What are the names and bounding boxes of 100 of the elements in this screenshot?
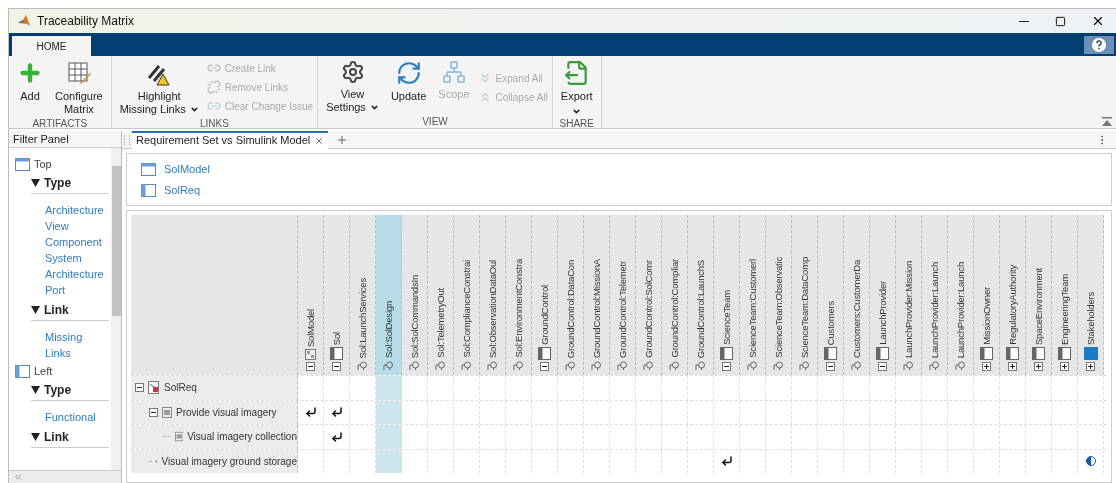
column-header[interactable]: SpaceEnvironment	[1026, 215, 1052, 375]
column-header[interactable]: ScienceTeam:DataComp	[792, 215, 818, 375]
settings-icon	[340, 60, 365, 84]
unlink-icon	[206, 80, 221, 94]
component-icon	[876, 347, 889, 360]
collapse-toggle-icon[interactable]	[540, 362, 549, 371]
section-label: Top	[34, 157, 52, 173]
column-header[interactable]: Stakeholders	[1078, 215, 1104, 375]
filter-group-label: Link	[44, 302, 69, 319]
close-tab-icon[interactable]	[314, 135, 325, 146]
collapse-toggle-icon[interactable]	[135, 383, 144, 393]
toolstrip-button[interactable]: Highlight Missing Links	[115, 60, 203, 116]
expand-toggle-icon[interactable]	[982, 362, 991, 371]
port-icon	[799, 360, 810, 371]
column-header[interactable]: GroundControl:Compliar	[662, 215, 688, 375]
filter-item[interactable]: Component	[45, 234, 109, 250]
column-header[interactable]: LaunchProvider:Mission	[896, 215, 922, 375]
column-header[interactable]: GroundControl:SolComr	[636, 215, 662, 375]
column-header[interactable]: Sol:LaunchServices	[350, 215, 376, 375]
column-header[interactable]: GroundControl:DataCon	[558, 215, 584, 375]
collapse-panel-icon[interactable]	[13, 472, 23, 482]
link-arrow-icon[interactable]	[330, 430, 343, 443]
row-header[interactable]: Provide visual imagery	[131, 400, 298, 424]
toolstrip-button[interactable]: Export	[556, 60, 597, 116]
collapse-toggle-icon[interactable]	[306, 362, 315, 371]
group-label: SHARE	[558, 117, 595, 131]
toolstrip-button[interactable]: Configure Matrix	[51, 60, 107, 116]
column-header[interactable]: Sol:SolCommandsIn	[402, 215, 428, 375]
filter-item[interactable]: Architecture View	[45, 202, 109, 234]
column-header[interactable]: Customers	[818, 215, 844, 375]
caret-icon[interactable]	[31, 306, 40, 314]
column-header[interactable]: GroundControl	[532, 215, 558, 375]
scrollbar[interactable]	[111, 148, 121, 470]
hierarchy-icon	[441, 60, 466, 84]
matrix-cell[interactable]	[376, 376, 402, 400]
column-header[interactable]: GroundControl:MissionA	[584, 215, 610, 375]
filter-item[interactable]: Missing Links	[45, 329, 109, 361]
caret-icon[interactable]	[31, 433, 40, 441]
column-header[interactable]: ScienceTeam:Customerl	[740, 215, 766, 375]
help-button[interactable]	[1084, 36, 1114, 54]
ribbon-tab[interactable]: HOME	[12, 36, 91, 56]
row-label: Provide visual imagery	[176, 405, 277, 420]
column-header[interactable]: GroundControl:Telemetr	[610, 215, 636, 375]
port-icon	[565, 360, 576, 371]
column-header[interactable]: ScienceTeam	[714, 215, 740, 375]
column-header[interactable]: EngineeringTeam	[1052, 215, 1078, 375]
column-header[interactable]: GroundControl:LaunchS	[688, 215, 714, 375]
grid-pencil-icon	[65, 60, 92, 86]
expand-toggle-icon[interactable]	[1008, 362, 1017, 371]
column-header[interactable]: Sol	[324, 215, 350, 375]
new-tab-icon[interactable]	[336, 133, 349, 146]
column-header[interactable]: Sol:EnvironmentConstra	[506, 215, 532, 375]
column-header[interactable]: Customers:CustomerDa	[844, 215, 870, 375]
row-header[interactable]: SolReq	[131, 376, 298, 400]
refresh-icon	[395, 60, 422, 86]
expand-toggle-icon[interactable]	[1060, 362, 1069, 371]
column-header[interactable]: RegulatoryAuthority	[1000, 215, 1026, 375]
expand-toggle-icon[interactable]	[1034, 362, 1043, 371]
toolstrip-button[interactable]: View Settings	[322, 60, 383, 114]
matrix-cell[interactable]	[376, 425, 402, 449]
port-icon	[357, 360, 368, 371]
collapse-toggle-icon[interactable]	[826, 362, 835, 371]
column-header[interactable]: Sol:TelemetryOut	[428, 215, 454, 375]
collapse-toggle-icon[interactable]	[149, 407, 158, 417]
expand-toggle-icon[interactable]	[1086, 362, 1095, 371]
component-icon	[538, 347, 551, 360]
half-circle-icon[interactable]	[1085, 456, 1096, 467]
caret-icon[interactable]	[31, 386, 40, 394]
collapse-toggle-icon[interactable]	[332, 362, 341, 371]
collapse-toggle-icon[interactable]	[722, 362, 731, 371]
component-icon	[330, 347, 343, 360]
row-header[interactable]: Visual imagery ground storage	[131, 449, 298, 473]
legend-link[interactable]: SolReq	[164, 181, 201, 199]
column-header[interactable]: Sol:ObservationDataOul	[480, 215, 506, 375]
column-header[interactable]: SolModel	[298, 215, 324, 375]
component-icon	[980, 347, 993, 360]
link-arrow-icon[interactable]	[720, 455, 733, 468]
matrix-cell[interactable]	[376, 400, 402, 424]
toolstrip-button[interactable]: Update	[386, 60, 431, 103]
collapse-toggle-icon[interactable]	[878, 362, 887, 371]
table-top-icon	[141, 162, 156, 176]
toolstrip-button[interactable]: Add	[13, 60, 47, 103]
link-arrow-icon[interactable]	[304, 406, 317, 419]
matrix-cell[interactable]	[376, 449, 402, 473]
column-header[interactable]: LaunchProvider	[870, 215, 896, 375]
row-header[interactable]: Visual imagery collection	[131, 425, 298, 449]
column-header[interactable]: Sol:ComplianceConstrai	[454, 215, 480, 375]
column-header[interactable]: Sol:SolDesign	[376, 215, 402, 375]
document-tab[interactable]: Requirement Set vs Simulink Model	[132, 130, 329, 149]
filter-item[interactable]: Functional	[45, 409, 109, 425]
collapse-toolstrip-icon[interactable]	[1102, 117, 1112, 126]
port-icon	[903, 360, 914, 371]
legend-link[interactable]: SolModel	[164, 160, 210, 178]
filter-item[interactable]: System Architecture Port	[45, 250, 109, 298]
column-header[interactable]: MissionOwner	[974, 215, 1000, 375]
column-header[interactable]: ScienceTeam:Observatic	[766, 215, 792, 375]
column-header[interactable]: LaunchProvider:Launch	[948, 215, 974, 375]
column-header[interactable]: LaunchProvider:Launch	[922, 215, 948, 375]
link-arrow-icon[interactable]	[330, 406, 343, 419]
caret-icon[interactable]	[31, 179, 40, 187]
